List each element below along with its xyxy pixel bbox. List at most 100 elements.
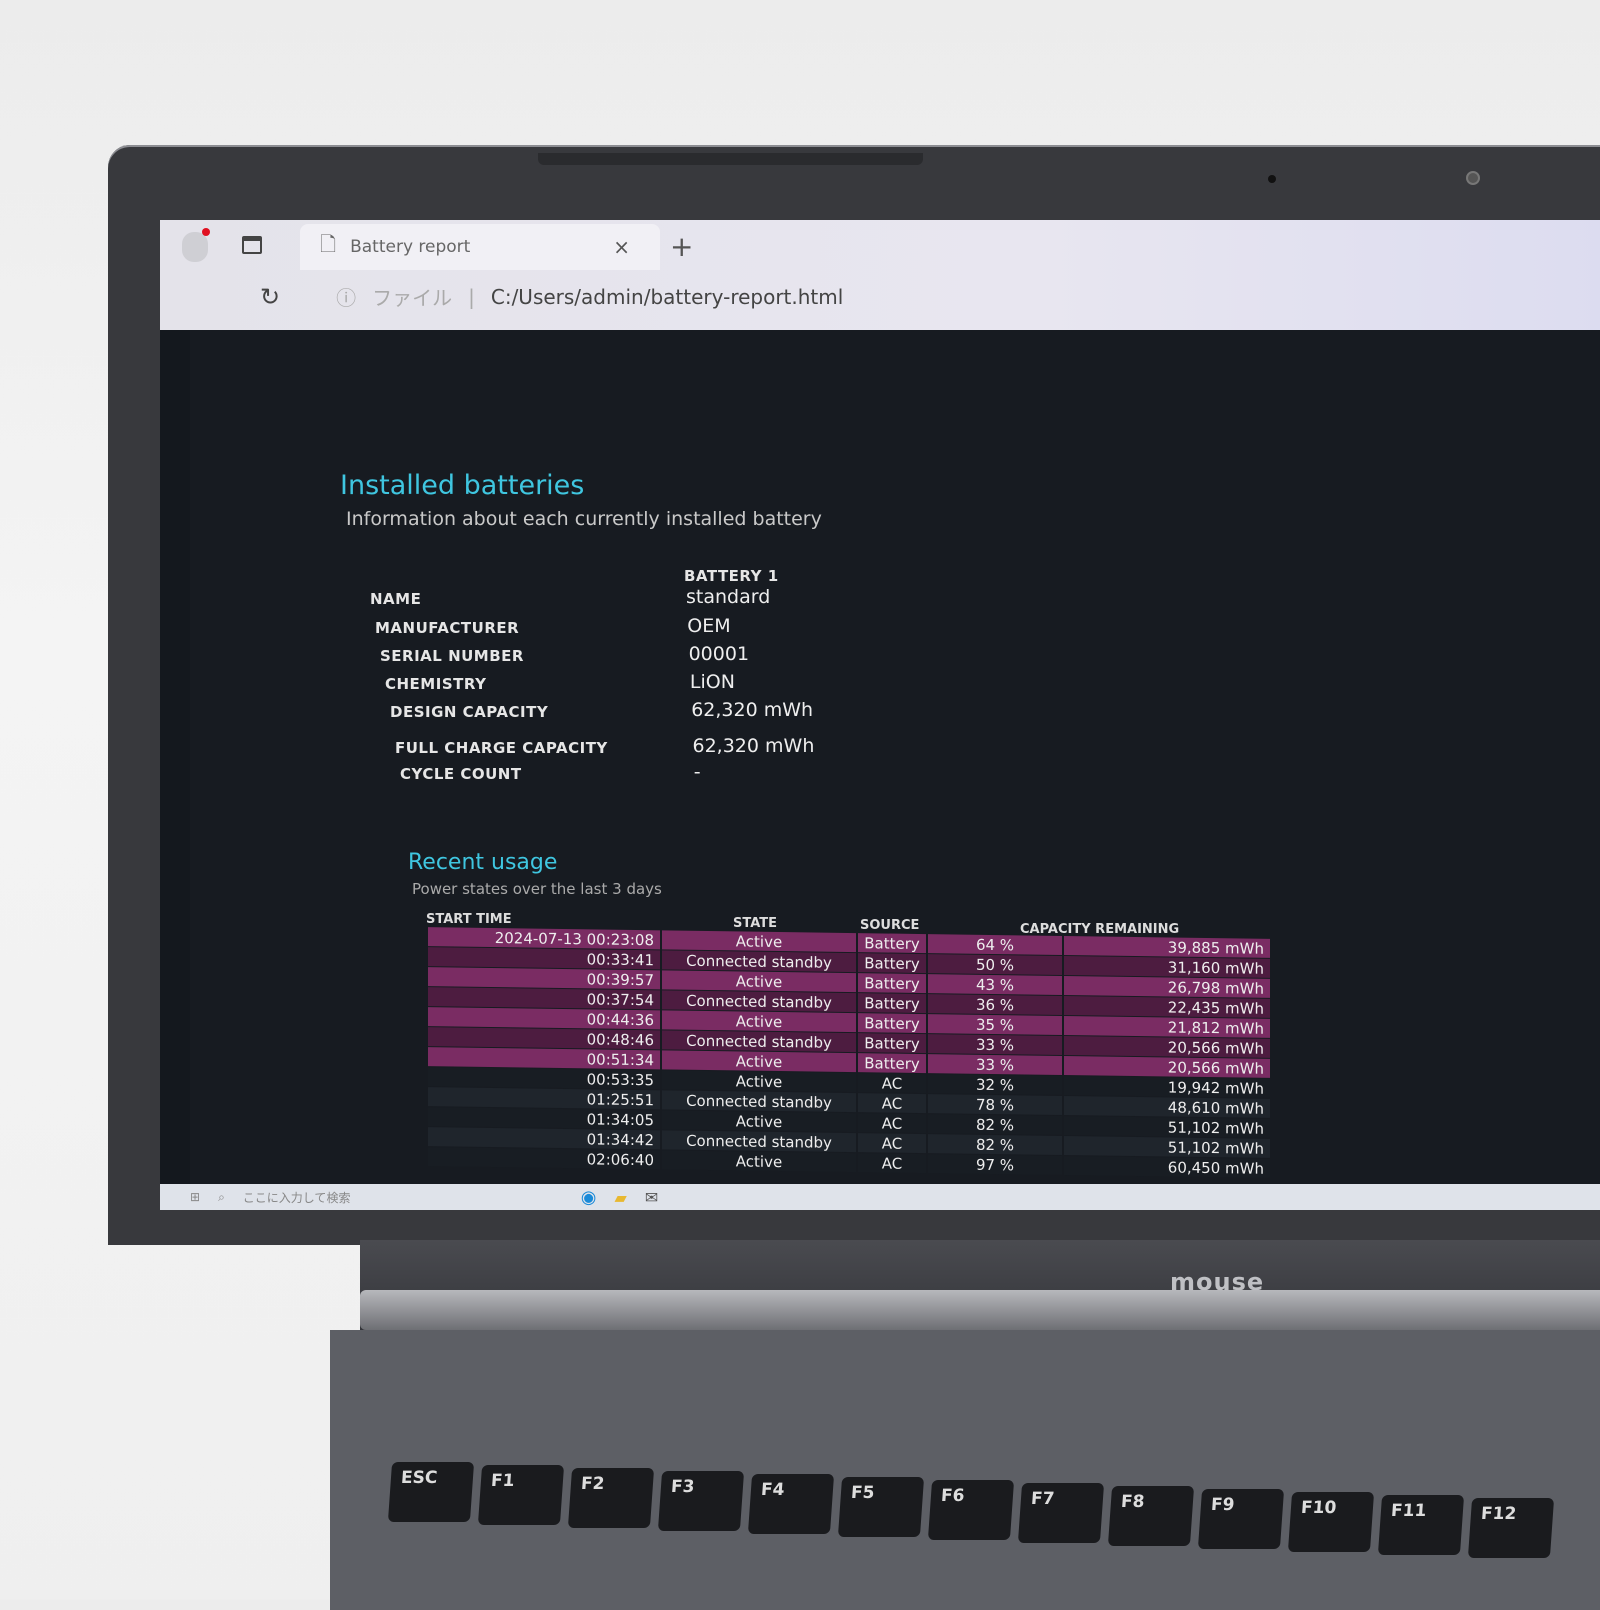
recent-usage-table: 2024-07-13 00:23:08 Active Battery 64 % 39,8… (426, 926, 1272, 1179)
cell-state: Active (662, 930, 856, 953)
cell-source: AC (858, 1093, 926, 1114)
key-f10[interactable]: F10 (1287, 1492, 1375, 1552)
header-source: SOURCE (860, 918, 920, 933)
cell-source: AC (858, 1153, 926, 1174)
field-value: 62,320 mWh (691, 699, 814, 721)
edge-icon[interactable]: ◉ (581, 1187, 597, 1208)
document-icon: 🗋 (320, 232, 337, 256)
cell-source: Battery (858, 933, 926, 954)
cell-time: 00:51:34 (428, 1047, 660, 1070)
field-value: OEM (687, 615, 731, 637)
file-label: ファイル (372, 286, 453, 310)
tab-title: Battery report (350, 237, 471, 257)
cell-source: Battery (858, 973, 926, 994)
cell-time: 00:33:41 (428, 947, 660, 970)
field-value: standard (686, 586, 771, 608)
battery-column-header: BATTERY 1 (684, 567, 779, 585)
cell-pct: 78 % (928, 1094, 1062, 1115)
taskbar: ⊞ ⌕ ここに入力して検索 ◉ ▰ ✉ (160, 1184, 1600, 1210)
function-key-row: ESC F1 F2 F3 F4 F5 F6 F7 F8 F9 F10 F11 F12 (387, 1462, 1555, 1558)
cell-state: Active (662, 970, 856, 993)
cell-mwh: 51,102 mWh (1064, 1116, 1270, 1138)
key-esc[interactable]: ESC (387, 1462, 475, 1522)
profile-icon[interactable] (182, 232, 208, 262)
cell-time: 01:34:05 (428, 1107, 660, 1130)
browser-chrome: 🗋 Battery report × + ↻ ⓘ ファイル | C:/Users… (160, 220, 1600, 330)
cell-pct: 36 % (928, 994, 1062, 1015)
key-f9[interactable]: F9 (1197, 1489, 1285, 1549)
camera-icon (1466, 171, 1480, 185)
hinge-bar (360, 1290, 1600, 1330)
start-button[interactable]: ⊞ (190, 1190, 200, 1204)
cell-mwh: 21,812 mWh (1064, 1016, 1270, 1038)
key-f12[interactable]: F12 (1467, 1498, 1555, 1558)
cell-time: 01:25:51 (428, 1087, 660, 1110)
field-label: NAME (370, 590, 422, 608)
url-text[interactable]: C:/Users/admin/battery-report.html (491, 285, 843, 309)
key-f2[interactable]: F2 (567, 1468, 655, 1528)
cell-state: Active (662, 1150, 856, 1173)
cell-pct: 33 % (928, 1054, 1062, 1075)
cell-pct: 64 % (928, 934, 1062, 955)
new-tab-button[interactable]: + (670, 230, 693, 263)
key-f8[interactable]: F8 (1107, 1486, 1195, 1546)
cell-state: Active (662, 1050, 856, 1073)
cell-state: Connected standby (662, 1030, 856, 1053)
key-f7[interactable]: F7 (1017, 1483, 1105, 1543)
field-label: CYCLE COUNT (400, 765, 522, 783)
tab-actions-icon[interactable] (242, 236, 262, 254)
field-value: - (693, 761, 701, 783)
laptop-bezel: 🗋 Battery report × + ↻ ⓘ ファイル | C:/Users… (108, 145, 1600, 1245)
cell-mwh: 26,798 mWh (1064, 976, 1270, 998)
cell-mwh: 60,450 mWh (1064, 1156, 1270, 1178)
cell-mwh: 31,160 mWh (1064, 956, 1270, 978)
key-f5[interactable]: F5 (837, 1477, 925, 1537)
cell-time: 00:39:57 (428, 967, 660, 990)
cell-pct: 43 % (928, 974, 1062, 995)
key-f6[interactable]: F6 (927, 1480, 1015, 1540)
cell-time: 2024-07-13 00:23:08 (428, 927, 660, 950)
cell-source: AC (858, 1113, 926, 1134)
cell-state: Connected standby (662, 950, 856, 973)
field-label: SERIAL NUMBER (380, 647, 524, 665)
screen: 🗋 Battery report × + ↻ ⓘ ファイル | C:/Users… (160, 220, 1600, 1210)
cell-pct: 82 % (928, 1114, 1062, 1135)
lid-notch (538, 153, 923, 165)
cell-source: AC (858, 1073, 926, 1094)
address-bar[interactable]: ↻ ⓘ ファイル | C:/Users/admin/battery-report… (260, 282, 843, 311)
cell-time: 01:34:42 (428, 1127, 660, 1150)
header-start-time: START TIME (426, 912, 512, 927)
mail-icon[interactable]: ✉ (645, 1188, 658, 1207)
cell-time: 00:48:46 (428, 1027, 660, 1050)
cell-state: Active (662, 1110, 856, 1133)
cell-pct: 32 % (928, 1074, 1062, 1095)
field-label: CHEMISTRY (385, 675, 487, 693)
cell-state: Active (662, 1010, 856, 1033)
reload-icon[interactable]: ↻ (260, 283, 280, 311)
separator: | (468, 284, 475, 309)
info-icon[interactable]: ⓘ (336, 282, 356, 311)
installed-title: Installed batteries (340, 470, 585, 501)
tab-battery-report[interactable]: 🗋 Battery report × (300, 224, 660, 270)
key-f3[interactable]: F3 (657, 1471, 745, 1531)
key-f1[interactable]: F1 (477, 1465, 565, 1525)
taskbar-search[interactable]: ここに入力して検索 (243, 1189, 443, 1206)
folder-icon[interactable]: ▰ (615, 1188, 627, 1207)
key-f4[interactable]: F4 (747, 1474, 835, 1534)
cell-mwh: 51,102 mWh (1064, 1136, 1270, 1158)
cell-time: 00:37:54 (428, 987, 660, 1010)
cell-source: Battery (858, 1053, 926, 1074)
cell-pct: 35 % (928, 1014, 1062, 1035)
cell-source: Battery (858, 1013, 926, 1034)
cell-pct: 33 % (928, 1034, 1062, 1055)
cell-source: Battery (858, 953, 926, 974)
recent-subtitle: Power states over the last 3 days (412, 880, 662, 898)
cell-time: 00:44:36 (428, 1007, 660, 1030)
field-label: MANUFACTURER (375, 619, 520, 637)
close-tab-icon[interactable]: × (613, 235, 630, 259)
cell-mwh: 20,566 mWh (1064, 1056, 1270, 1078)
cell-pct: 97 % (928, 1154, 1062, 1175)
cell-time: 00:53:35 (428, 1067, 660, 1090)
cell-pct: 50 % (928, 954, 1062, 975)
key-f11[interactable]: F11 (1377, 1495, 1465, 1555)
